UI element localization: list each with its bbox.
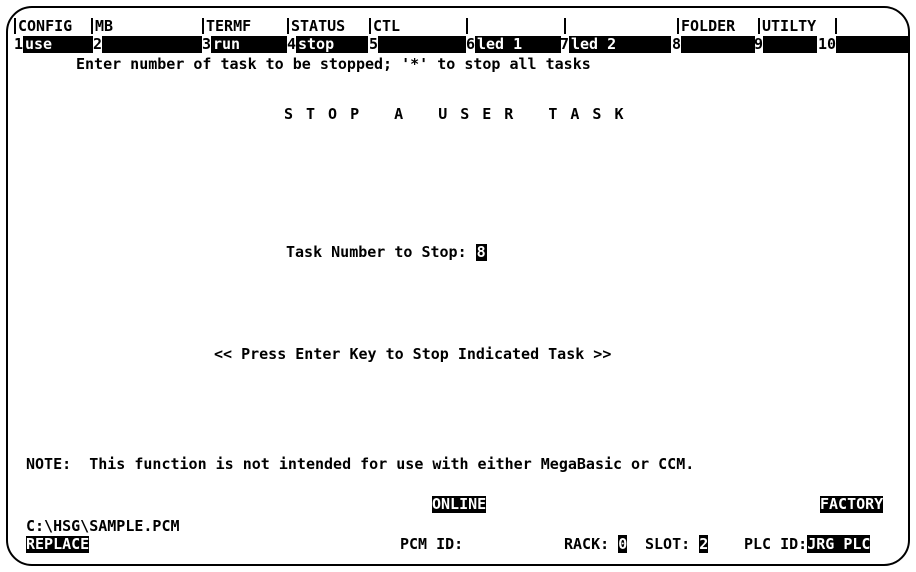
header-utilty[interactable]: UTILTY bbox=[758, 18, 816, 35]
task-number-label: Task Number to Stop: bbox=[286, 243, 467, 261]
header-status[interactable]: STATUS bbox=[287, 18, 345, 35]
softkey-4[interactable]: 4 stop bbox=[287, 36, 368, 53]
edit-mode: REPLACE bbox=[26, 535, 90, 553]
softkey-2[interactable]: 2 bbox=[93, 36, 202, 53]
rack-field: RACK: 0 bbox=[564, 535, 628, 553]
header-config[interactable]: CONFIG bbox=[14, 18, 72, 35]
header-blank-7[interactable] bbox=[564, 18, 568, 35]
prompt-line: Enter number of task to be stopped; '*' … bbox=[76, 55, 591, 73]
note-text: NOTE: This function is not intended for … bbox=[26, 455, 695, 473]
header-blank-6[interactable] bbox=[466, 18, 470, 35]
rack-label: RACK: bbox=[564, 535, 610, 553]
slot-field: SLOT: 2 bbox=[645, 535, 709, 553]
task-number-row: Task Number to Stop: 8 bbox=[286, 244, 487, 261]
file-path: C:\HSG\SAMPLE.PCM bbox=[26, 517, 180, 535]
header-mb[interactable]: MB bbox=[91, 18, 113, 35]
terminal-screen: CONFIG MB TERMF STATUS CTL FOLDER UTILTY… bbox=[6, 6, 910, 566]
header-ctl[interactable]: CTL bbox=[369, 18, 400, 35]
header-termf[interactable]: TERMF bbox=[202, 18, 251, 35]
softkey-8[interactable]: 8 bbox=[672, 36, 755, 53]
rack-value: 0 bbox=[618, 535, 628, 553]
page-title: STOP A USER TASK bbox=[284, 105, 637, 123]
online-status: ONLINE bbox=[432, 495, 487, 513]
softkey-10[interactable]: 10 bbox=[818, 36, 908, 53]
softkey-6[interactable]: 6 led 1 bbox=[466, 36, 561, 53]
slot-label: SLOT: bbox=[645, 535, 691, 553]
task-number-input[interactable]: 8 bbox=[475, 244, 487, 261]
factory-badge: FACTORY bbox=[820, 495, 884, 513]
plc-id-value: JRG PLC bbox=[807, 535, 871, 553]
enter-instruction: << Press Enter Key to Stop Indicated Tas… bbox=[214, 345, 612, 363]
plc-id-field: PLC ID:JRG PLC bbox=[744, 535, 871, 553]
header-folder[interactable]: FOLDER bbox=[677, 18, 735, 35]
softkey-7[interactable]: 7 led 2 bbox=[560, 36, 671, 53]
header-blank-10[interactable] bbox=[835, 18, 839, 35]
plc-id-label: PLC ID: bbox=[744, 535, 808, 553]
pcm-id-label: PCM ID: bbox=[400, 535, 464, 553]
softkey-1[interactable]: 1 use bbox=[14, 36, 93, 53]
softkey-3[interactable]: 3 run bbox=[202, 36, 287, 53]
slot-value: 2 bbox=[699, 535, 709, 553]
softkey-9[interactable]: 9 bbox=[754, 36, 817, 53]
softkey-5[interactable]: 5 bbox=[369, 36, 466, 53]
